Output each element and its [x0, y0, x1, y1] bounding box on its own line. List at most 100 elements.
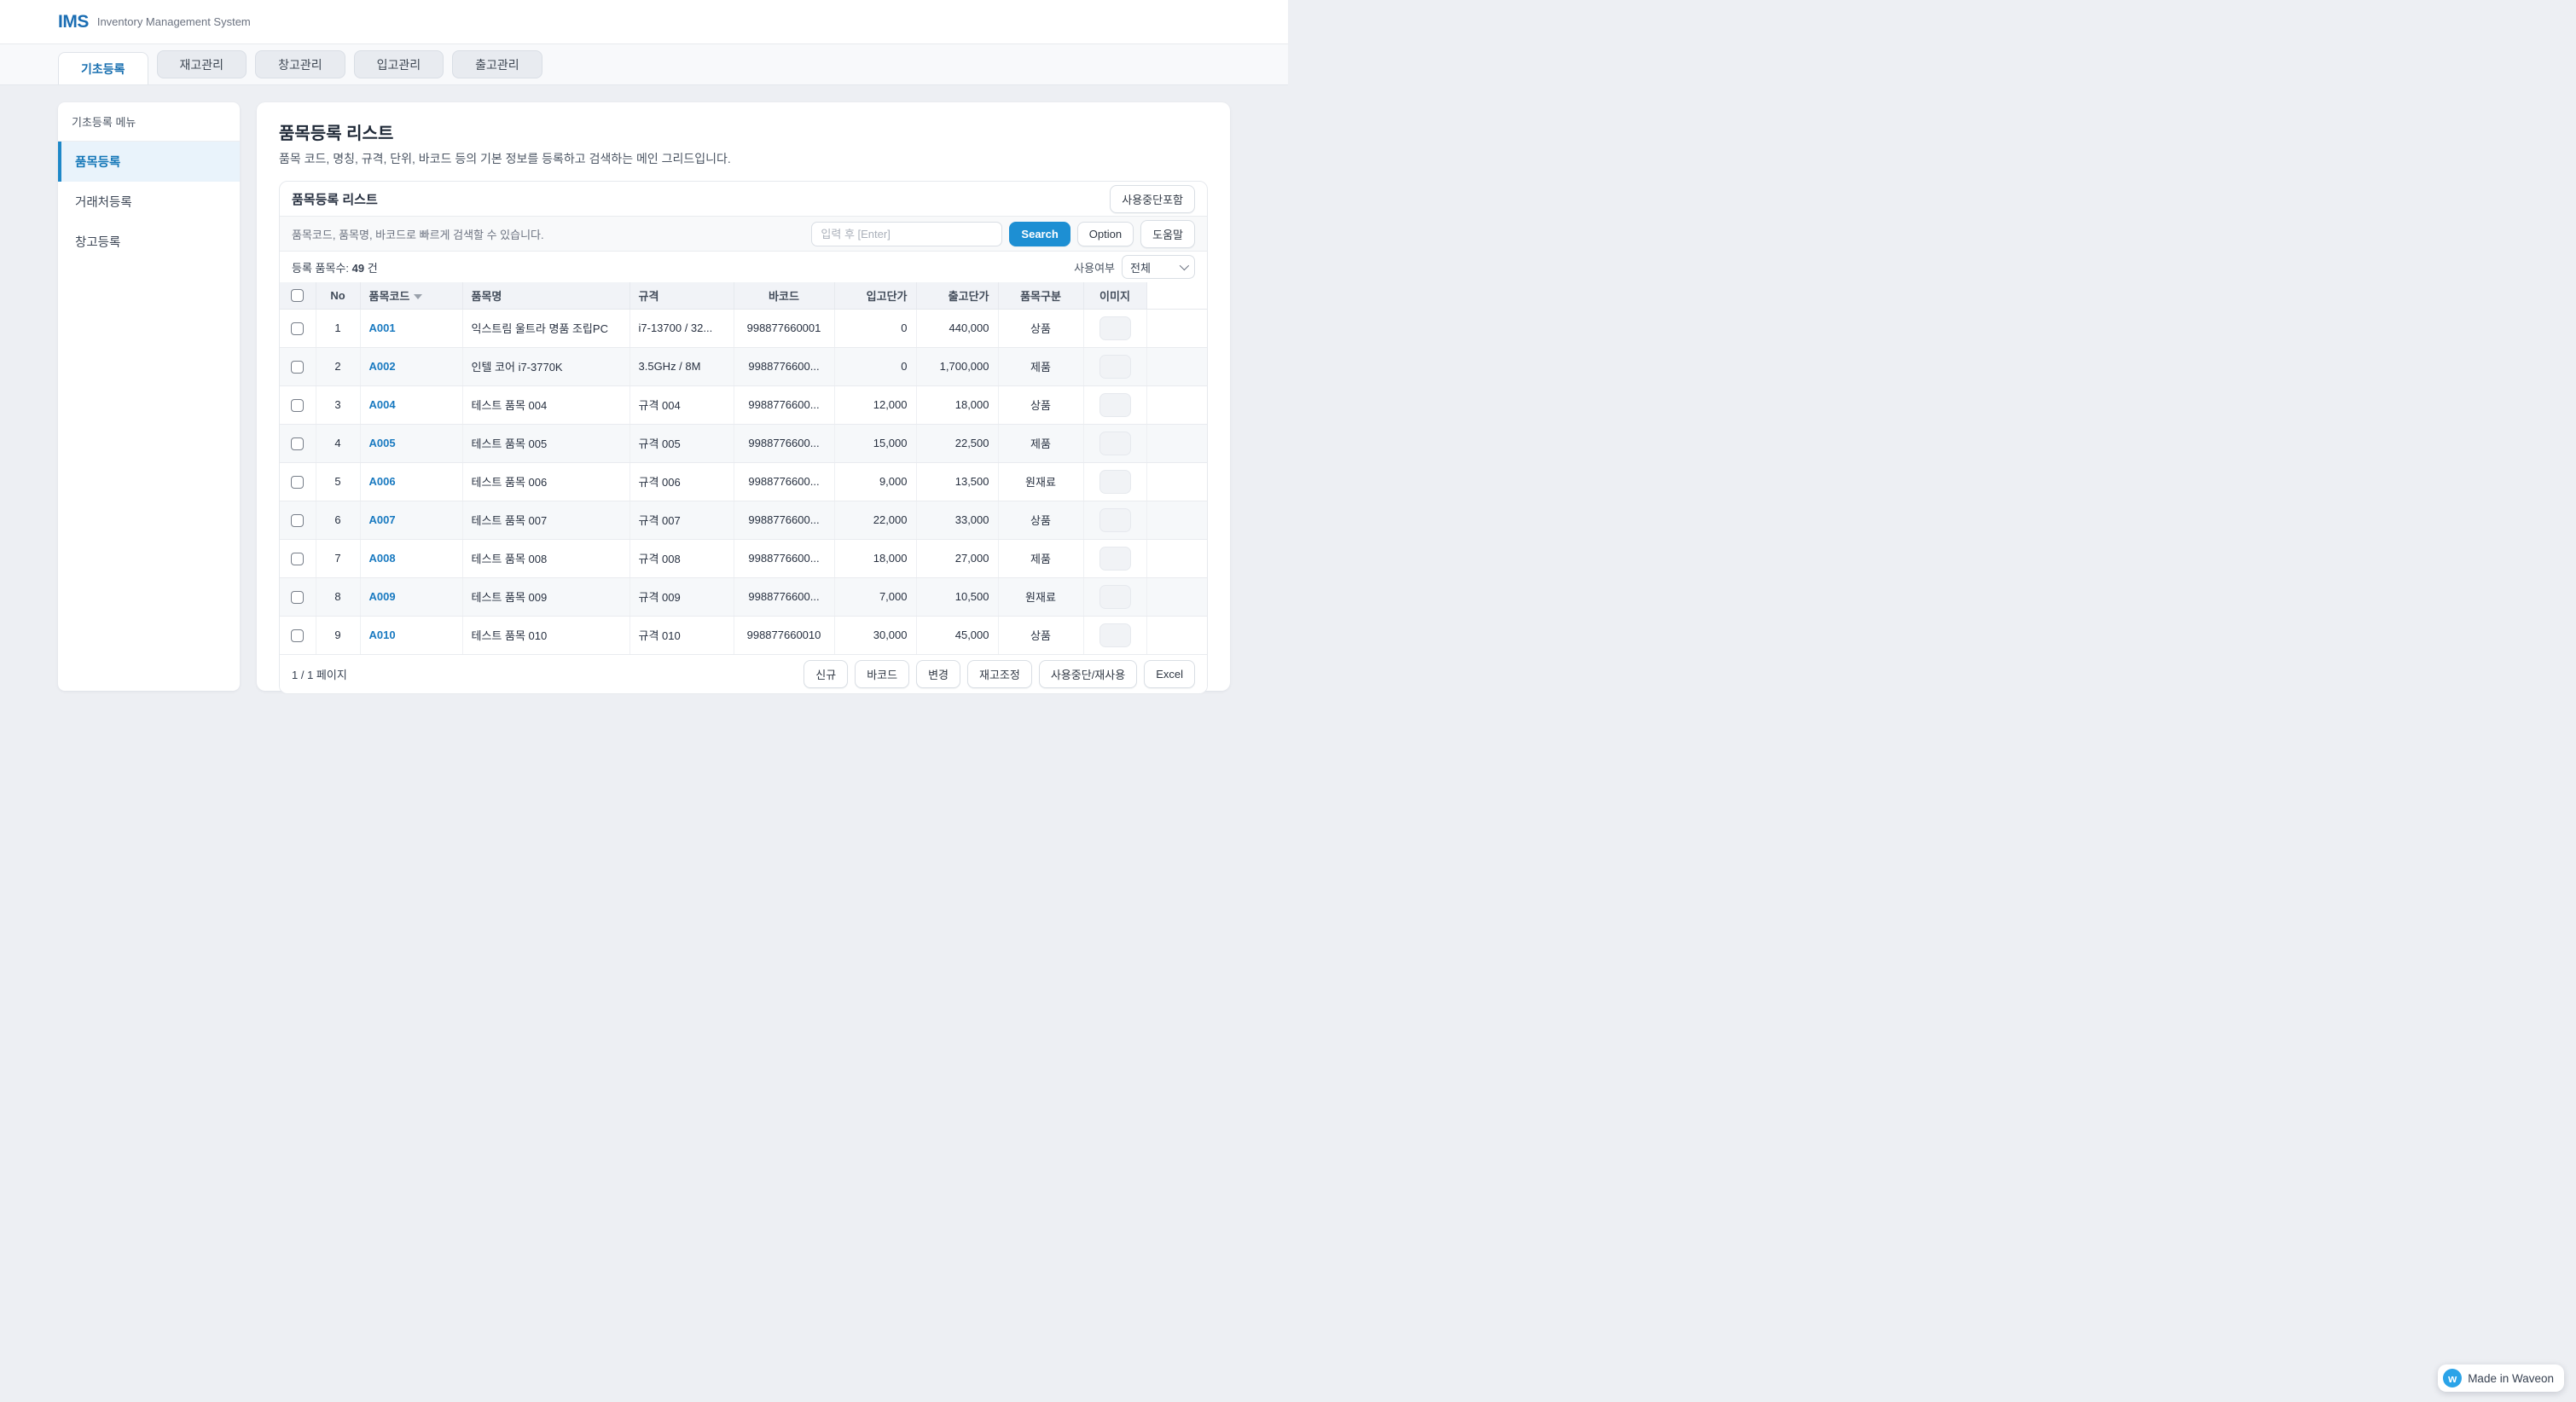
page-title: 품목등록 리스트 [279, 119, 1208, 144]
item-name-cell: 익스트림 울트라 명품 조립PC [462, 309, 629, 347]
item-in-price-cell: 9,000 [834, 462, 916, 501]
item-code-link[interactable]: A008 [369, 552, 396, 565]
item-spec-cell: 규격 009 [629, 577, 734, 616]
use-status-select[interactable]: 전체 [1122, 255, 1195, 279]
row-spacer-cell [1146, 539, 1207, 577]
column-header-category[interactable]: 품목구분 [998, 282, 1083, 309]
stock-adjust-button[interactable]: 재고조정 [967, 660, 1032, 688]
item-spec-cell: 규격 008 [629, 539, 734, 577]
item-code-link[interactable]: A010 [369, 629, 396, 641]
option-button[interactable]: Option [1077, 222, 1134, 246]
sidebar-item-item-registration[interactable]: 품목등록 [58, 142, 240, 182]
count-row: 등록 품목수: 49 건 사용여부 전체 [280, 252, 1207, 282]
excel-button[interactable]: Excel [1144, 660, 1195, 688]
row-checkbox[interactable] [291, 591, 304, 604]
column-header-item-name[interactable]: 품목명 [462, 282, 629, 309]
column-header-image[interactable]: 이미지 [1083, 282, 1146, 309]
waveon-icon: w [2443, 1369, 2462, 1388]
row-checkbox[interactable] [291, 553, 304, 565]
table-row: 1A001익스트림 울트라 명품 조립PCi7-13700 / 32...998… [280, 309, 1207, 347]
image-placeholder [1099, 623, 1131, 647]
sidebar-item-warehouse-registration[interactable]: 창고등록 [58, 222, 240, 262]
barcode-button[interactable]: 바코드 [855, 660, 909, 688]
item-code-cell: A010 [360, 616, 462, 654]
item-spec-cell: i7-13700 / 32... [629, 309, 734, 347]
column-header-out-price[interactable]: 출고단가 [916, 282, 998, 309]
item-out-price-cell: 18,000 [916, 385, 998, 424]
image-placeholder [1099, 547, 1131, 571]
item-code-cell: A005 [360, 424, 462, 462]
row-no: 7 [316, 539, 360, 577]
item-code-link[interactable]: A006 [369, 475, 396, 488]
help-button[interactable]: 도움말 [1140, 220, 1195, 248]
row-checkbox[interactable] [291, 476, 304, 489]
row-checkbox[interactable] [291, 437, 304, 450]
search-hint: 품목코드, 품목명, 바코드로 빠르게 검색할 수 있습니다. [292, 226, 804, 242]
row-no: 4 [316, 424, 360, 462]
item-image-cell [1083, 309, 1146, 347]
item-code-link[interactable]: A009 [369, 590, 396, 603]
item-out-price-cell: 440,000 [916, 309, 998, 347]
column-header-barcode[interactable]: 바코드 [734, 282, 834, 309]
column-header-item-code[interactable]: 품목코드 [360, 282, 462, 309]
item-in-price-cell: 15,000 [834, 424, 916, 462]
row-spacer-cell [1146, 462, 1207, 501]
item-code-link[interactable]: A005 [369, 437, 396, 449]
item-code-link[interactable]: A002 [369, 360, 396, 373]
row-spacer-cell [1146, 309, 1207, 347]
row-checkbox[interactable] [291, 322, 304, 335]
tab-stock-management[interactable]: 재고관리 [157, 50, 247, 78]
item-list-panel: 품목등록 리스트 사용중단포함 품목코드, 품목명, 바코드로 빠르게 검색할 … [279, 181, 1208, 694]
row-checkbox[interactable] [291, 514, 304, 527]
item-out-price-cell: 45,000 [916, 616, 998, 654]
row-spacer-cell [1146, 347, 1207, 385]
item-spec-cell: 규격 005 [629, 424, 734, 462]
column-header-in-price[interactable]: 입고단가 [834, 282, 916, 309]
item-image-cell [1083, 385, 1146, 424]
image-placeholder [1099, 393, 1131, 417]
row-checkbox[interactable] [291, 361, 304, 374]
image-placeholder [1099, 585, 1131, 609]
item-name-cell: 테스트 품목 008 [462, 539, 629, 577]
sidebar-item-vendor-registration[interactable]: 거래처등록 [58, 182, 240, 222]
tab-outbound-management[interactable]: 출고관리 [452, 50, 542, 78]
chevron-down-icon [1180, 261, 1189, 270]
row-checkbox[interactable] [291, 629, 304, 642]
item-barcode-cell: 9988776600... [734, 385, 834, 424]
search-button[interactable]: Search [1009, 222, 1070, 246]
table-row: 9A010테스트 품목 010규격 01099887766001030,0004… [280, 616, 1207, 654]
item-category-cell: 원재료 [998, 462, 1083, 501]
row-checkbox-cell [280, 309, 316, 347]
column-header-no[interactable]: No [316, 282, 360, 309]
item-code-link[interactable]: A007 [369, 513, 396, 526]
item-code-cell: A007 [360, 501, 462, 539]
item-code-cell: A004 [360, 385, 462, 424]
item-barcode-cell: 9988776600... [734, 501, 834, 539]
item-code-link[interactable]: A001 [369, 322, 396, 334]
item-image-cell [1083, 577, 1146, 616]
include-discontinued-button[interactable]: 사용중단포함 [1110, 185, 1195, 213]
item-barcode-cell: 998877660010 [734, 616, 834, 654]
new-button[interactable]: 신규 [804, 660, 848, 688]
search-input[interactable] [811, 222, 1002, 246]
item-in-price-cell: 0 [834, 347, 916, 385]
tab-basic-registration[interactable]: 기초등록 [58, 52, 148, 84]
registered-count: 등록 품목수: 49 건 [292, 259, 378, 275]
select-all-checkbox[interactable] [291, 289, 304, 302]
edit-button[interactable]: 변경 [916, 660, 960, 688]
item-barcode-cell: 9988776600... [734, 539, 834, 577]
row-no: 8 [316, 577, 360, 616]
app-subtitle: Inventory Management System [97, 15, 251, 28]
column-header-spec[interactable]: 규격 [629, 282, 734, 309]
made-in-waveon-badge[interactable]: w Made in Waveon [2438, 1364, 2564, 1392]
tab-warehouse-management[interactable]: 창고관리 [255, 50, 345, 78]
table-row: 2A002인텔 코어 i7-3770K3.5GHz / 8M9988776600… [280, 347, 1207, 385]
item-category-cell: 상품 [998, 385, 1083, 424]
discontinue-reuse-button[interactable]: 사용중단/재사용 [1039, 660, 1137, 688]
item-code-link[interactable]: A004 [369, 398, 396, 411]
row-checkbox[interactable] [291, 399, 304, 412]
item-out-price-cell: 10,500 [916, 577, 998, 616]
panel-header: 품목등록 리스트 사용중단포함 [280, 182, 1207, 216]
tab-inbound-management[interactable]: 입고관리 [354, 50, 444, 78]
item-in-price-cell: 30,000 [834, 616, 916, 654]
